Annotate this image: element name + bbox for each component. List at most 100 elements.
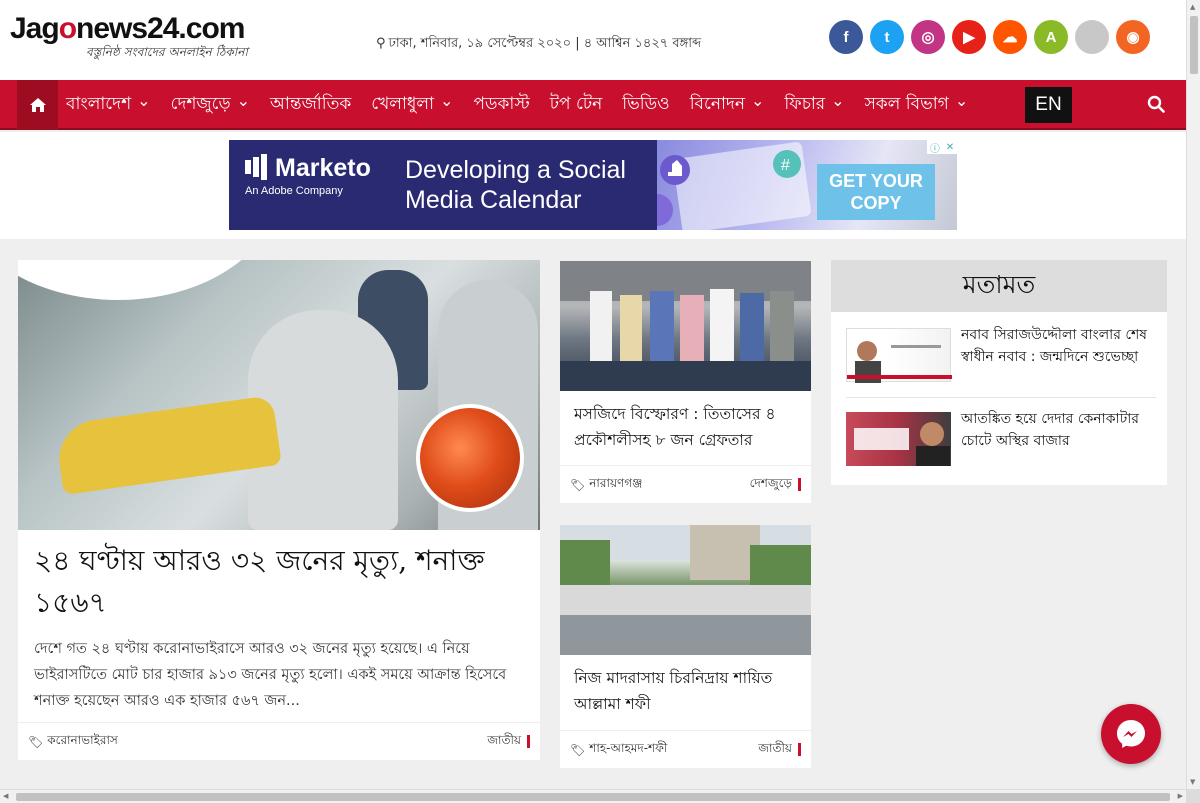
lead-story-image (18, 260, 540, 530)
news-card-footer: 🏷 নারায়ণগঞ্জ দেশজুড়ে (560, 465, 811, 503)
opinion-thumbnail (846, 412, 951, 466)
lead-story-footer: 🏷 করোনাভাইরাস জাতীয় (18, 722, 540, 760)
youtube-icon[interactable]: ▶ (952, 20, 986, 54)
lead-story[interactable]: ২৪ ঘণ্টায় আরও ৩২ জনের মৃত্যু, শনাক্ত ১৫… (18, 260, 540, 760)
search-button[interactable] (1147, 95, 1167, 115)
messenger-chat-button[interactable] (1101, 704, 1161, 764)
scrollbar-corner (1186, 789, 1200, 803)
dateline-text: ঢাকা, শনিবার, ১৯ সেপ্টেম্বর ২০২০ | ৪ আশ্… (388, 36, 702, 51)
nav-item[interactable]: আন্তর্জাতিক (270, 91, 351, 119)
nav-item-label: আন্তর্জাতিক (270, 94, 352, 114)
messenger-icon (1117, 720, 1145, 748)
story-category[interactable]: দেশজুড়ে (750, 475, 792, 495)
nav-item-label: বাংলাদেশ (66, 94, 132, 114)
category-marker (798, 478, 801, 491)
chevron-down-icon: ⌄ (236, 91, 251, 110)
scroll-up-icon[interactable]: ▲ (1190, 3, 1195, 11)
news-card-title[interactable]: মসজিদে বিস্ফোরণ : তিতাসের ৪ প্রকৌশলীসহ ৮… (574, 401, 802, 453)
social-links: f t ◎ ▶ ☁ A ◉ (829, 20, 1150, 54)
news-card-title[interactable]: নিজ মাদরাসায় চিরনিদ্রায় শায়িত আল্লামা… (574, 665, 802, 717)
ad-info-icon[interactable]: ⓘ (930, 140, 940, 155)
opinion-title[interactable]: নবাব সিরাজউদ্দৌলা বাংলার শেষ স্বাধীন নবা… (961, 324, 1161, 368)
story-category[interactable]: জাতীয় (758, 740, 792, 760)
nav-item[interactable]: পডকাস্ট (473, 91, 529, 119)
rss-icon[interactable]: ◉ (1116, 20, 1150, 54)
nav-item[interactable]: ভিডিও (622, 91, 669, 119)
marketo-logo-icon (245, 154, 267, 180)
nav-item[interactable]: দেশজুড়ে ⌄ (171, 91, 250, 119)
nav-item-label: পডকাস্ট (473, 94, 530, 114)
ad-headline: Developing a Social Media Calendar (405, 156, 626, 214)
main-nav: বাংলাদেশ ⌄ দেশজুড়ে ⌄ আন্তর্জাতিক খেলাধুলা ⌄ পড… (0, 80, 1186, 130)
news-card[interactable]: মসজিদে বিস্ফোরণ : তিতাসের ৪ প্রকৌশলীসহ ৮… (560, 261, 811, 503)
nav-item[interactable]: সকল বিভাগ ⌄ (865, 91, 969, 119)
nav-item[interactable]: ফিচার ⌄ (784, 91, 844, 119)
category-marker (527, 735, 530, 748)
soundcloud-icon[interactable]: ☁ (993, 20, 1027, 54)
nav-item-label: সকল বিভাগ (864, 94, 949, 114)
category-marker (798, 743, 801, 756)
tag-icon: 🏷 (570, 477, 586, 492)
opinion-title[interactable]: আতঙ্কিত হয়ে দেদার কেনাকাটার চোটে অস্থির… (961, 408, 1161, 452)
chevron-down-icon: ⌄ (831, 91, 845, 110)
tag-icon: 🏷 (28, 734, 44, 749)
scrollbar-thumb[interactable] (16, 793, 1170, 801)
instagram-icon[interactable]: ◎ (911, 20, 945, 54)
nav-item-label: ফিচার (784, 94, 826, 114)
nav-item-label: খেলাধুলা (371, 94, 435, 114)
story-tag[interactable]: করোনাভাইরাস (47, 732, 118, 752)
site-logo[interactable]: Jagonews24.com বস্তুনিষ্ঠ সংবাদের অনলাইন… (10, 12, 260, 68)
site-header: Jagonews24.com বস্তুনিষ্ঠ সংবাদের অনলাইন… (0, 0, 1186, 80)
android-icon[interactable]: A (1034, 20, 1068, 54)
ad-close-icon[interactable]: ✕ (946, 142, 954, 153)
ad-controls: ⓘ ✕ (927, 140, 957, 155)
english-version-button[interactable]: EN (1025, 87, 1072, 123)
nav-item[interactable]: খেলাধুলা ⌄ (371, 91, 453, 119)
chevron-down-icon: ⌄ (954, 91, 969, 110)
lead-story-title[interactable]: ২৪ ঘণ্টায় আরও ৩২ জনের মৃত্যু, শনাক্ত ১৫… (34, 540, 524, 624)
logo-wordmark: Jagonews24.com (10, 12, 245, 45)
nav-item-label: টপ টেন (549, 94, 603, 114)
news-card[interactable]: নিজ মাদরাসায় চিরনিদ্রায় শায়িত আল্লামা… (560, 525, 811, 768)
coronavirus-graphic (416, 404, 524, 512)
twitter-icon[interactable]: t (870, 20, 904, 54)
news-card-footer: 🏷 শাহ-আহমদ-শফী জাতীয় (560, 730, 811, 768)
facebook-icon[interactable]: f (829, 20, 863, 54)
vertical-scrollbar[interactable]: ▲ ▼ (1186, 0, 1200, 789)
ad-band: Marketo An Adobe Company Developing a So… (0, 132, 1186, 239)
ad-cta-button[interactable]: GET YOUR COPY (817, 164, 935, 220)
scroll-down-icon[interactable]: ▼ (1190, 778, 1195, 786)
logo-tagline: বস্তুনিষ্ঠ সংবাদের অনলাইন ঠিকানা (86, 45, 248, 59)
scroll-right-icon[interactable]: ▶ (1178, 792, 1183, 800)
news-card-image (560, 525, 811, 655)
svg-text:#: # (781, 157, 790, 174)
opinion-item[interactable]: নবাব সিরাজউদ্দৌলা বাংলার শেষ স্বাধীন নবা… (846, 327, 1156, 384)
story-category[interactable]: জাতীয় (487, 732, 521, 752)
ad-brand: Marketo An Adobe Company (245, 154, 371, 197)
story-tag[interactable]: নারায়ণগঞ্জ (589, 475, 642, 495)
location-pin-icon: ⚲ (376, 36, 386, 51)
home-icon (29, 98, 46, 112)
nav-item-label: বিনোদন (689, 94, 745, 114)
home-button[interactable] (17, 80, 58, 130)
scroll-left-icon[interactable]: ◀ (3, 792, 8, 800)
nav-item[interactable]: বাংলাদেশ ⌄ (66, 91, 151, 119)
chevron-down-icon: ⌄ (137, 91, 151, 110)
chevron-down-icon: ⌄ (440, 91, 454, 110)
news-card-image (560, 261, 811, 391)
apple-icon[interactable] (1075, 20, 1109, 54)
nav-item[interactable]: টপ টেন (550, 91, 603, 119)
divider (846, 397, 1156, 398)
story-tag[interactable]: শাহ-আহমদ-শফী (589, 740, 667, 760)
scrollbar-thumb[interactable] (1190, 16, 1198, 74)
opinion-section: মতামত নবাব সিরাজউদ্দৌলা বাংলার শেষ স্বাধ… (831, 260, 1167, 485)
horizontal-scrollbar[interactable]: ◀ ▶ (0, 789, 1186, 803)
ad-banner[interactable]: Marketo An Adobe Company Developing a So… (229, 140, 957, 230)
tag-icon: 🏷 (570, 742, 586, 757)
opinion-heading: মতামত (831, 260, 1167, 312)
nav-item-label: ভিডিও (622, 94, 670, 114)
opinion-item[interactable]: আতঙ্কিত হয়ে দেদার কেনাকাটার চোটে অস্থির… (846, 411, 1156, 468)
nav-item[interactable]: বিনোদন ⌄ (690, 91, 765, 119)
opinion-thumbnail (846, 328, 952, 383)
search-icon (1147, 95, 1165, 113)
